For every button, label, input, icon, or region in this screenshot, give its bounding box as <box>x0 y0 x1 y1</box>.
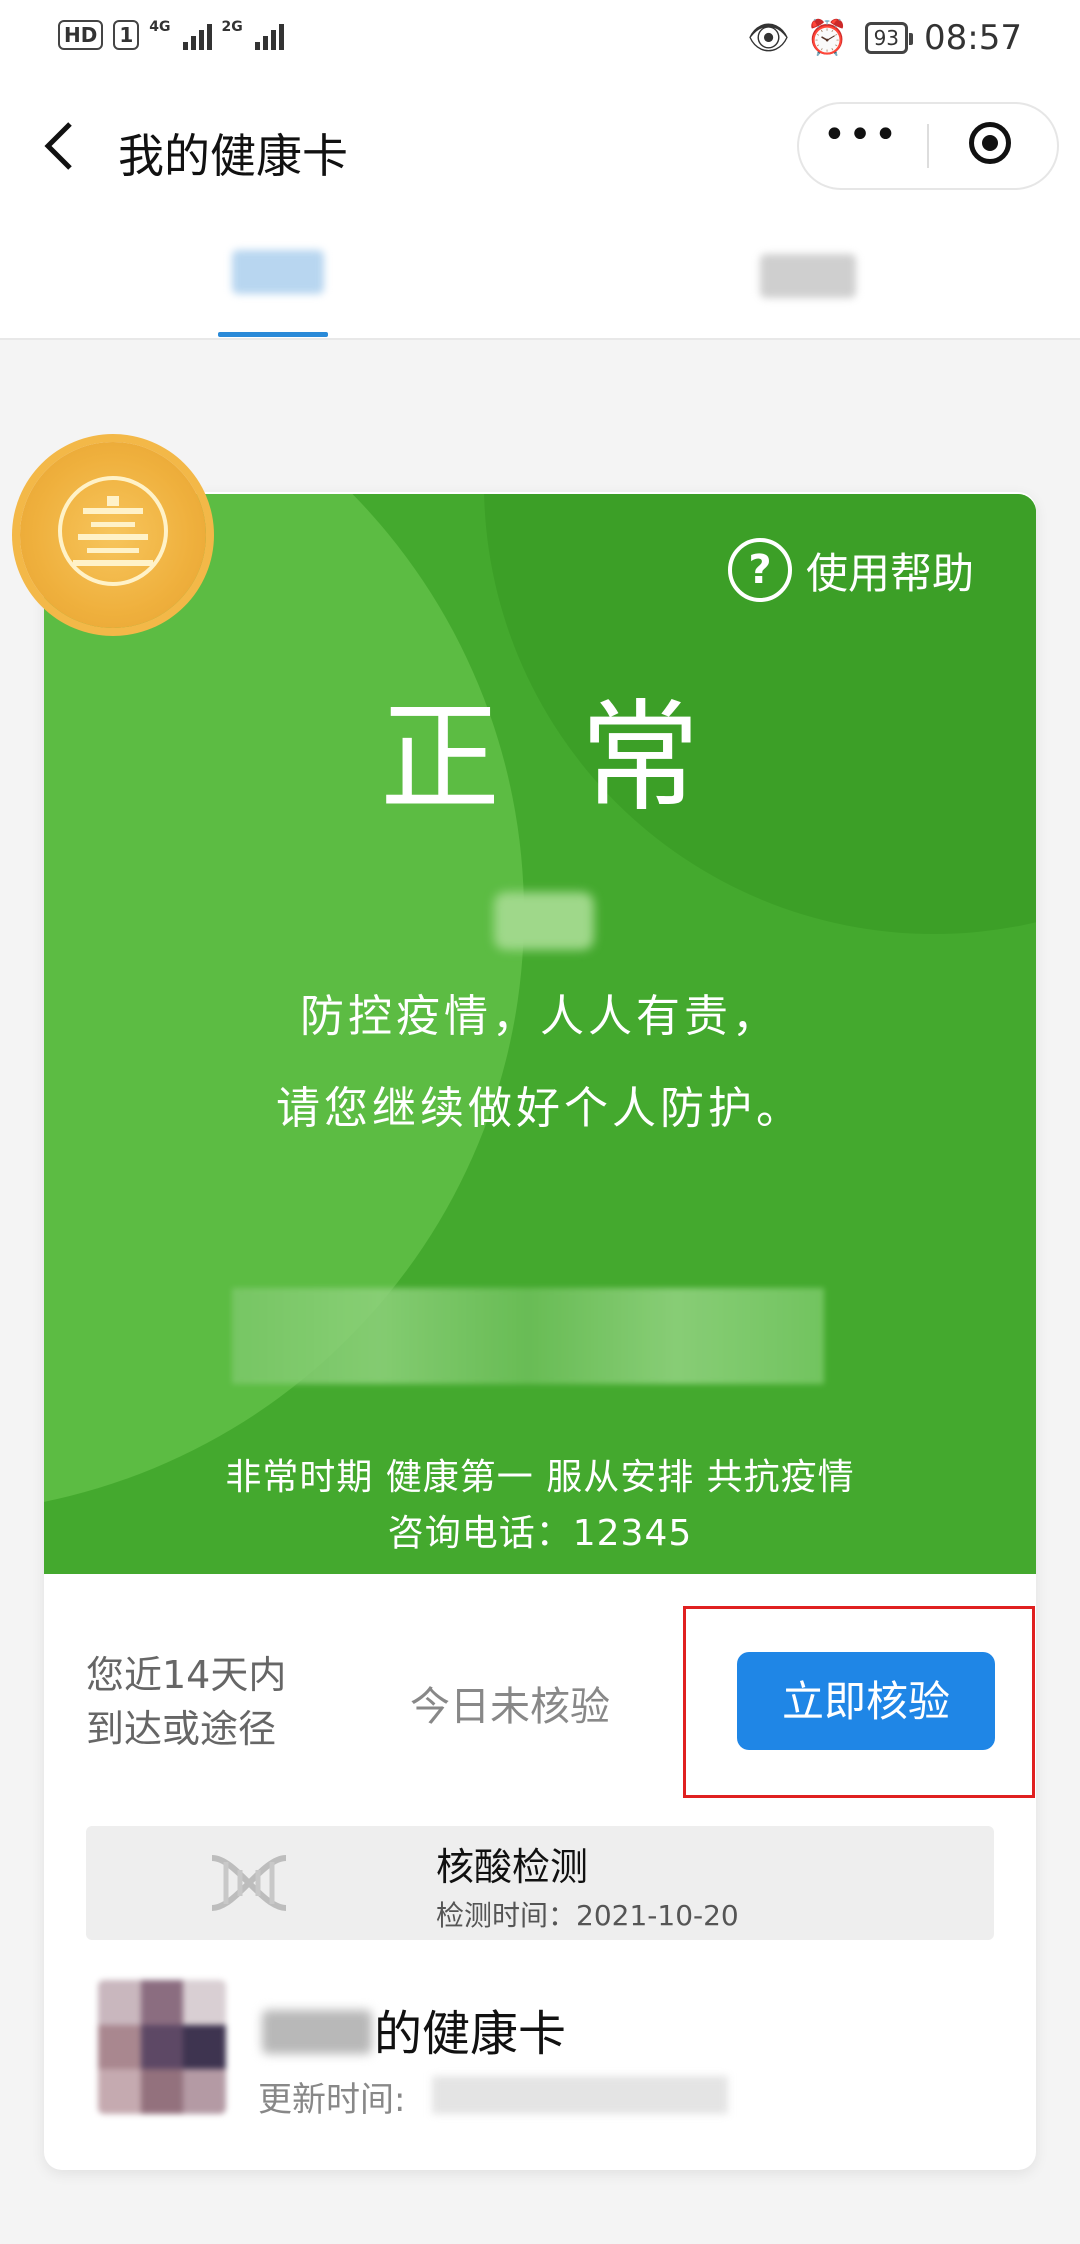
nucleic-test-title: 核酸检测 <box>436 1845 589 1889</box>
network-type-2: 2G <box>221 19 243 35</box>
capsule-divider <box>927 124 929 168</box>
chevron-left-icon <box>44 122 72 170</box>
tab-2[interactable] <box>760 254 856 298</box>
question-icon: ? <box>728 538 792 602</box>
pagoda-icon <box>58 476 168 586</box>
nucleic-test-time: 检测时间：2021-10-20 <box>436 1894 739 1934</box>
clock: 08:57 <box>924 18 1022 58</box>
slogan-line-2: 请您继续做好个人防护。 <box>276 1083 804 1134</box>
tab-active-indicator <box>218 332 328 337</box>
help-label: 使用帮助 <box>806 548 975 598</box>
sim-indicator: 1 <box>113 20 140 50</box>
signal-icon-2 <box>254 20 284 50</box>
update-time-label: 更新时间: <box>258 2080 406 2120</box>
redacted-update-time <box>432 2076 728 2114</box>
dna-icon <box>211 1855 287 1911</box>
help-link[interactable]: ? 使用帮助 <box>728 538 974 602</box>
mini-program-capsule: ••• <box>797 102 1059 190</box>
tab-1[interactable] <box>232 250 324 294</box>
status-right: 👁 ⏰ 93 08:57 <box>747 18 1022 58</box>
avatar <box>98 1980 226 2114</box>
today-verify-status: 今日未核验 <box>410 1684 610 1730</box>
slogan-line-1: 防控疫情，人人有责， <box>300 991 780 1042</box>
health-status-text: 正常 <box>380 689 780 828</box>
page-title: 我的健康卡 <box>118 129 348 183</box>
nav-bar: 我的健康卡 ••• <box>0 80 1080 240</box>
redacted-id <box>232 1288 824 1384</box>
back-icon[interactable] <box>40 118 76 187</box>
verify-now-button[interactable]: 立即核验 <box>737 1652 995 1750</box>
owner-card-title: 的健康卡 <box>374 2006 567 2062</box>
tab-bar <box>0 240 1080 340</box>
nucleic-test-time-label: 检测时间： <box>436 1899 577 1932</box>
hotline-text: 咨询电话：12345 <box>387 1513 693 1554</box>
close-miniprogram-icon[interactable] <box>969 122 1011 164</box>
eye-icon: 👁 <box>747 18 791 58</box>
city-emblem-icon <box>20 442 206 628</box>
redacted-owner-name <box>262 2010 372 2054</box>
more-button[interactable]: ••• <box>821 112 901 158</box>
hd-indicator: HD <box>58 20 104 50</box>
trip-record-link[interactable]: 您近14天内 到达或途径 <box>86 1648 286 1756</box>
battery-icon: 93 <box>864 22 914 54</box>
network-type-1: 4G <box>149 19 171 35</box>
alarm-icon: ⏰ <box>806 18 849 58</box>
signal-icon <box>182 20 212 50</box>
trip-line-2: 到达或途径 <box>86 1707 277 1751</box>
status-bar: HD 1 4G 2G 👁 ⏰ 93 08:57 <box>0 0 1080 80</box>
redacted-name <box>494 892 594 950</box>
card-footer-slogan: 非常时期 健康第一 服从安排 共抗疫情 <box>225 1457 855 1498</box>
nucleic-test-time-value: 2021-10-20 <box>576 1899 739 1932</box>
status-left: HD 1 4G 2G <box>58 20 284 50</box>
trip-line-1: 您近14天内 <box>86 1653 287 1697</box>
